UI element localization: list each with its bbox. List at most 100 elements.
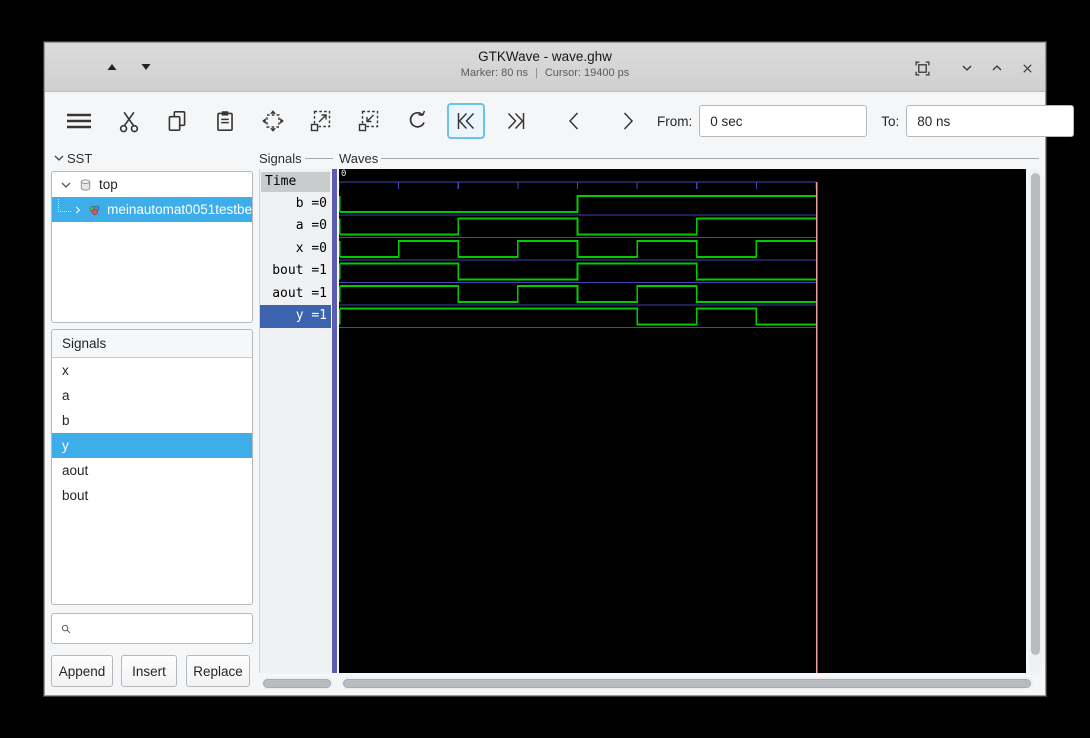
chevron-down-icon [959,60,975,76]
scissors-icon [116,108,142,134]
sst-label-text: SST [67,151,92,166]
zoom-out-button[interactable] [351,103,387,139]
triangle-up-icon [106,62,118,72]
wave-name-a[interactable]: a =0 [260,215,331,238]
sst-section-label[interactable]: SST [53,150,251,166]
search-input[interactable] [72,613,252,644]
skip-to-start-icon [452,108,480,134]
sst-tree: top meinautomat0051testbe [51,171,253,323]
facility-item-a[interactable]: a [52,383,252,408]
triangle-down-icon [140,62,152,72]
to-field[interactable] [906,105,1074,137]
wave-name-bout[interactable]: bout =1 [260,260,331,283]
waves-vertical-scrollbar-thumb[interactable] [1031,173,1040,655]
toolbar: From: To: [45,95,1045,147]
facility-item-b[interactable]: b [52,408,252,433]
window-fullscreen-button[interactable] [911,57,933,79]
component-icon [88,202,101,218]
to-label: To: [881,114,899,129]
signal-names-panel[interactable]: Time b =0a =0x =0bout =1aout =1y =1 [259,169,331,673]
window-shade-button[interactable] [956,57,978,79]
zoom-in-button[interactable] [303,103,339,139]
time-range-cluster: From: To: [657,103,1090,140]
waves-label-text: Waves [339,151,378,166]
facility-list: Signals xabyaoutbout [51,329,253,605]
paste-icon [212,108,238,134]
wave-canvas[interactable]: 0 [339,169,1026,673]
facility-item-bout[interactable]: bout [52,483,252,508]
undo-icon [404,108,430,134]
expander-down-icon [60,179,72,191]
skip-to-end-icon [502,108,530,134]
from-field[interactable] [699,105,867,137]
shift-left-button[interactable] [557,103,591,139]
names-horizontal-scrollbar-thumb[interactable] [263,679,331,688]
from-label: From: [657,114,692,129]
names-horizontal-scrollbar[interactable] [261,677,333,689]
names-waves-divider[interactable] [332,169,337,673]
tree-item-top[interactable]: top [52,172,252,197]
subtitle-separator: | [535,67,538,79]
paste-button[interactable] [207,103,243,139]
waveform-svg [339,169,1026,673]
wave-name-aout[interactable]: aout =1 [260,283,331,306]
close-icon [1020,61,1035,76]
window-title: GTKWave - wave.ghw [245,48,845,66]
tree-item-testbench[interactable]: meinautomat0051testbe [52,197,252,222]
zoom-to-end-button[interactable] [497,103,535,139]
waves-horizontal-scrollbar-thumb[interactable] [343,679,1031,688]
facility-items: xabyaoutbout [52,358,252,508]
marker-readout: Marker: 80 ns [461,67,528,79]
insert-button[interactable]: Insert [121,655,177,687]
waves-panel-label: Waves [339,150,1039,166]
tree-item-label: top [99,177,118,192]
zoom-to-start-button[interactable] [447,103,485,139]
facility-item-y[interactable]: y [52,433,252,458]
facility-item-x[interactable]: x [52,358,252,383]
desktop: GTKWave - wave.ghw Marker: 80 ns | Cursor:… [0,0,1090,738]
wave-name-b[interactable]: b =0 [260,193,331,216]
time-column-header[interactable]: Time [261,172,330,192]
titlebar[interactable]: GTKWave - wave.ghw Marker: 80 ns | Cursor:… [45,43,1045,92]
zoom-out-icon [356,108,382,134]
append-button[interactable]: Append [51,655,113,687]
timeline-origin-label: 0 [341,169,346,179]
window-subtitle: Marker: 80 ns | Cursor: 19400 ps [245,66,845,81]
signal-search[interactable] [51,613,253,644]
chevron-up-icon [989,60,1005,76]
search-icon [60,620,72,638]
window-up-button[interactable] [101,56,123,78]
expander-right-icon [73,204,82,216]
chevron-right-icon [616,108,640,134]
shift-right-button[interactable] [611,103,645,139]
waves-vertical-scrollbar[interactable] [1029,169,1041,673]
undo-button[interactable] [399,103,435,139]
menu-button[interactable] [59,103,99,139]
expander-down-icon [53,152,65,164]
cursor-readout: Cursor: 19400 ps [545,67,629,79]
fullscreen-icon [914,60,931,77]
titlebar-text: GTKWave - wave.ghw Marker: 80 ns | Cursor:… [245,48,845,81]
cut-button[interactable] [111,103,147,139]
chevron-left-icon [562,108,586,134]
waves-horizontal-scrollbar[interactable] [341,677,1033,689]
wave-name-x[interactable]: x =0 [260,238,331,261]
tree-guide-line [58,199,71,212]
facility-item-aout[interactable]: aout [52,458,252,483]
copy-button[interactable] [159,103,195,139]
window-unshade-button[interactable] [986,57,1008,79]
tree-item-label: meinautomat0051testbe [107,202,252,217]
signals-label-text: Signals [259,151,302,166]
signals-panel-label: Signals [259,150,333,166]
replace-button[interactable]: Replace [186,655,250,687]
facility-list-header: Signals [52,330,252,358]
window-down-button[interactable] [135,56,157,78]
zoom-fit-button[interactable] [255,103,291,139]
copy-icon [164,108,190,134]
database-icon [78,177,93,193]
zoom-in-icon [308,108,334,134]
window-close-button[interactable] [1016,57,1038,79]
menu-icon [64,108,94,134]
wave-name-y[interactable]: y =1 [260,305,331,328]
gtkwave-window: GTKWave - wave.ghw Marker: 80 ns | Cursor:… [44,42,1046,696]
